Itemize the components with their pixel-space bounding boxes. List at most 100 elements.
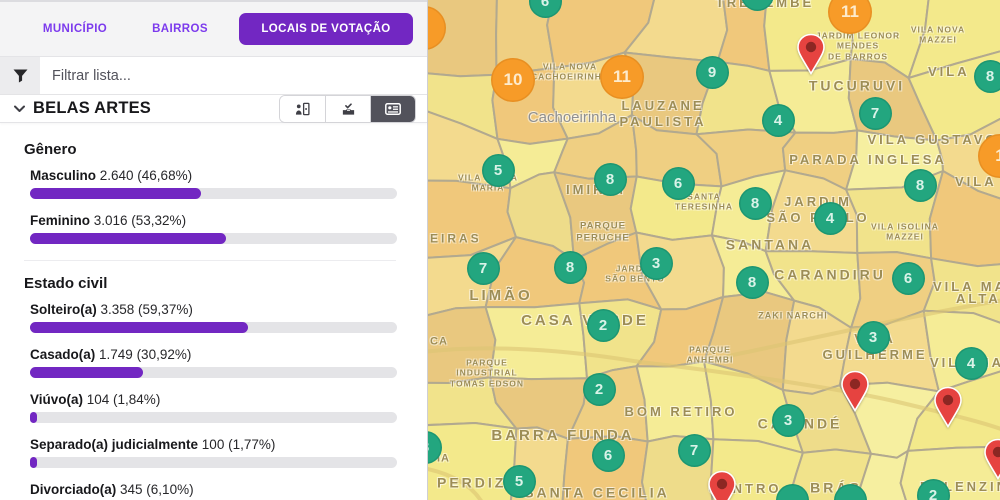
map[interactable]: TREMEMBÉVILA NOVACACHOEIRINHACachoeirinh…: [428, 0, 1000, 500]
location-count-marker[interactable]: 2: [582, 372, 616, 406]
location-count-marker[interactable]: 7: [466, 251, 500, 285]
location-count-marker[interactable]: 7: [858, 96, 892, 130]
stat-row: Solteiro(a) 3.358 (59,37%): [30, 302, 397, 333]
chevron-down-icon[interactable]: [14, 105, 25, 113]
stat-bar-track: [30, 188, 397, 199]
stat-bar-fill: [30, 233, 226, 244]
stat-row: Masculino 2.640 (46,68%): [30, 168, 397, 199]
map-district-label: ALTA: [956, 291, 1000, 307]
map-district-label: VILA NOVA CACHOEIRINHA: [530, 61, 610, 82]
tab-bairros[interactable]: BAIRROS: [150, 23, 210, 35]
section-title: BELAS ARTES: [33, 99, 152, 117]
stat-row: Divorciado(a) 345 (6,10%): [30, 482, 396, 500]
map-place-label: Cachoeirinha: [527, 108, 617, 126]
map-district-label: SANTA CECILIA: [524, 484, 670, 500]
map-district-label: BOM RETIRO: [624, 404, 738, 420]
stat-text: Divorciado(a) 345 (6,10%): [30, 482, 396, 497]
location-count-marker[interactable]: 4: [954, 346, 988, 380]
location-count-marker[interactable]: 8: [553, 250, 587, 284]
map-district-label: PARQUE PERUCHE: [576, 220, 630, 243]
map-district-label: TUCURUVI: [808, 77, 906, 94]
location-count-marker[interactable]: 4: [813, 201, 847, 235]
stat-label: Divorciado(a): [30, 482, 121, 497]
stat-text: Feminino 3.016 (53,32%): [30, 213, 396, 228]
view-ballot-button[interactable]: [325, 95, 370, 122]
location-count-marker[interactable]: 3: [639, 246, 673, 280]
location-count-marker[interactable]: 6: [591, 438, 625, 472]
stat-value: 345 (6,10%): [120, 482, 194, 497]
map-pin-marker[interactable]: [933, 386, 963, 433]
stat-label: Separado(a) judicialmente: [30, 437, 202, 452]
stat-bar-fill: [30, 457, 37, 468]
stat-section-title: Estado civil: [24, 275, 108, 292]
location-count-marker[interactable]: 5: [481, 153, 515, 187]
location-count-marker[interactable]: 9: [695, 55, 729, 89]
map-pin-marker[interactable]: [796, 33, 826, 80]
stat-value: 3.016 (53,32%): [93, 213, 187, 228]
stat-label: Solteiro(a): [30, 302, 101, 317]
tab-bar: MUNICÍPIO BAIRROS LOCAIS DE VOTAÇÃO: [0, 0, 427, 57]
location-count-marker[interactable]: 6: [891, 261, 925, 295]
view-voter-card-button[interactable]: [370, 95, 415, 122]
location-count-marker[interactable]: 8: [973, 59, 1000, 93]
stat-text: Casado(a) 1.749 (30,92%): [30, 347, 396, 362]
map-pin-marker[interactable]: [983, 438, 1000, 485]
location-count-marker[interactable]: 2: [586, 308, 620, 342]
view-toggle-group: [279, 94, 416, 123]
map-district-label: CASA VERDE: [521, 311, 649, 329]
filter-row: [0, 57, 427, 95]
section-header: BELAS ARTES: [0, 94, 427, 123]
location-count-marker[interactable]: 7: [677, 433, 711, 467]
ballot-box-icon: [341, 102, 356, 116]
location-count-marker[interactable]: 3: [856, 320, 890, 354]
location-count-marker[interactable]: 8: [903, 168, 937, 202]
stat-bar-track: [30, 412, 397, 423]
map-district-label: ZAKI NARCHI: [758, 310, 828, 321]
stat-bar-fill: [30, 188, 202, 199]
map-pin-marker[interactable]: [840, 370, 870, 417]
location-count-marker[interactable]: 4: [761, 103, 795, 137]
map-district-label: CA: [430, 335, 448, 348]
stat-row: Feminino 3.016 (53,32%): [30, 213, 397, 244]
tab-municipio[interactable]: MUNICÍPIO: [0, 23, 150, 35]
location-count-marker[interactable]: 8: [735, 265, 769, 299]
stat-bar-fill: [30, 322, 248, 333]
tab-locais-de-votacao[interactable]: LOCAIS DE VOTAÇÃO: [239, 13, 413, 45]
location-count-marker[interactable]: 8: [738, 186, 772, 220]
map-pin-marker[interactable]: [707, 470, 737, 500]
sidebar-panel: MUNICÍPIO BAIRROS LOCAIS DE VOTAÇÃO BELA…: [0, 0, 428, 500]
stat-row: Separado(a) judicialmente 100 (1,77%): [30, 437, 397, 468]
stat-bar-track: [30, 367, 397, 378]
filter-input[interactable]: [40, 57, 427, 94]
app-window: MUNICÍPIO BAIRROS LOCAIS DE VOTAÇÃO BELA…: [0, 0, 1000, 500]
stat-row: Casado(a) 1.749 (30,92%): [30, 347, 397, 378]
view-sections-button[interactable]: [280, 95, 325, 122]
stat-value: 1.749 (30,92%): [99, 347, 192, 362]
location-count-marker[interactable]: 11: [600, 55, 644, 99]
statistics-panel: Gênero Masculino 2.640 (46,68%) Feminino 3…: [0, 123, 427, 500]
map-district-label: CARANDIRU: [774, 266, 886, 283]
location-count-marker[interactable]: 3: [771, 403, 805, 437]
stat-text: Masculino 2.640 (46,68%): [30, 168, 396, 183]
location-count-marker[interactable]: 8: [593, 162, 627, 196]
map-district-label: VILA ISOLINA MAZZEI: [871, 221, 939, 242]
location-count-marker[interactable]: 6: [661, 166, 695, 200]
stat-bar-fill: [30, 367, 144, 378]
map-district-label: JARDIM LEONOR MENDES DE BARROS: [815, 30, 901, 62]
stat-value: 3.358 (59,37%): [100, 302, 193, 317]
stat-bar-track: [30, 233, 397, 244]
stat-bar-track: [30, 457, 397, 468]
map-district-label: LIMÃO: [469, 286, 533, 304]
stat-text: Separado(a) judicialmente 100 (1,77%): [30, 437, 396, 452]
map-district-label: VILA GUSTAVO: [867, 132, 999, 148]
map-district-label: SANTANA: [725, 236, 815, 253]
voter-card-icon: [385, 102, 401, 115]
location-count-marker[interactable]: 5: [502, 464, 536, 498]
map-district-label: PARQUE INDUSTRIAL TOMAS EDSON: [449, 357, 525, 389]
location-count-marker[interactable]: 10: [491, 58, 535, 102]
stat-bar-fill: [30, 412, 37, 423]
stat-row: Viúvo(a) 104 (1,84%): [30, 392, 397, 423]
section-divider: [24, 260, 396, 261]
stat-text: Solteiro(a) 3.358 (59,37%): [30, 302, 396, 317]
map-district-label: LAUZANE PAULISTA: [619, 98, 707, 129]
